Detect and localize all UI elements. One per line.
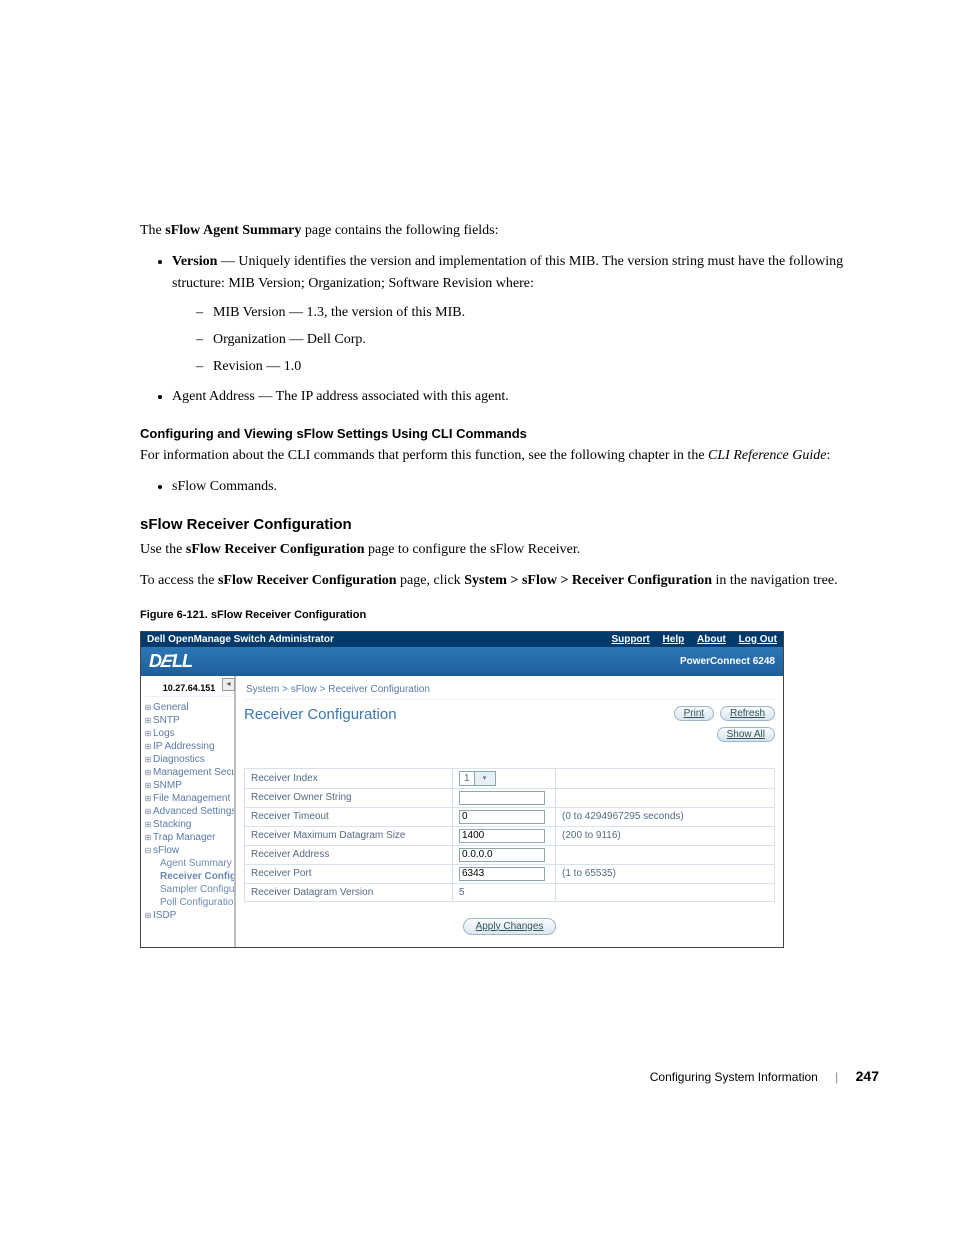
hint-address xyxy=(556,845,775,864)
row-port: Receiver Port (1 to 65535) xyxy=(245,864,775,883)
version-sublist: MIB Version — 1.3, the version of this M… xyxy=(196,300,879,380)
nav-general[interactable]: ⊞General xyxy=(144,701,234,714)
sub-revision: Revision — 1.0 xyxy=(196,354,879,381)
hint-datagram-version xyxy=(556,883,775,901)
print-button[interactable]: Print xyxy=(674,706,715,721)
plus-icon: ⊞ xyxy=(144,911,152,920)
nav-mgmt-security[interactable]: ⊞Management Secur xyxy=(144,766,234,779)
plus-icon: ⊞ xyxy=(144,807,152,816)
sflow-p1: Use the sFlow Receiver Configuration pag… xyxy=(140,539,879,560)
row-owner-string: Receiver Owner String xyxy=(245,788,775,807)
sub-mib-version: MIB Version — 1.3, the version of this M… xyxy=(196,300,879,327)
sflow-p2: To access the sFlow Receiver Configurati… xyxy=(140,570,879,591)
nav-sflow[interactable]: ⊟sFlow xyxy=(144,844,234,857)
breadcrumb: System > sFlow > Receiver Configuration xyxy=(244,680,775,700)
nav-diagnostics[interactable]: ⊞Diagnostics xyxy=(144,753,234,766)
nav-tree[interactable]: ◂ 10.27.64.151 ⊞General ⊞SNTP ⊞Logs ⊞IP … xyxy=(141,676,236,947)
receiver-index-select[interactable]: 1▾ xyxy=(459,771,496,786)
hint-port: (1 to 65535) xyxy=(556,864,775,883)
intro-line: The sFlow Agent Summary page contains th… xyxy=(140,220,879,241)
owner-string-input[interactable] xyxy=(459,791,545,805)
plus-icon: ⊞ xyxy=(144,833,152,842)
plus-icon: ⊞ xyxy=(144,729,152,738)
minus-icon: ⊟ xyxy=(144,846,152,855)
link-support[interactable]: Support xyxy=(611,634,649,645)
ui-app-title: Dell OpenManage Switch Administrator xyxy=(147,634,334,645)
plus-icon: ⊞ xyxy=(144,820,152,829)
page-number: 247 xyxy=(856,1068,879,1084)
max-datagram-input[interactable] xyxy=(459,829,545,843)
hint-receiver-index xyxy=(556,768,775,788)
ui-topbar: Dell OpenManage Switch Administrator Sup… xyxy=(141,632,783,647)
config-table: Receiver Index 1▾ Receiver Owner String xyxy=(244,768,775,902)
ui-brand-row: DELL PowerConnect 6248 xyxy=(141,647,783,676)
nav-advanced-settings[interactable]: ⊞Advanced Settings xyxy=(144,805,234,818)
page-footer: Configuring System Information | 247 xyxy=(140,1068,879,1084)
link-help[interactable]: Help xyxy=(663,634,685,645)
row-datagram-version: Receiver Datagram Version 5 xyxy=(245,883,775,901)
label-timeout: Receiver Timeout xyxy=(245,807,453,826)
cli-item-sflow-commands: sFlow Commands. xyxy=(172,476,879,498)
figure-caption: Figure 6-121. sFlow Receiver Configurati… xyxy=(140,609,879,621)
nav-poll-config[interactable]: Poll Configuration xyxy=(160,896,234,909)
collapse-nav-icon[interactable]: ◂ xyxy=(222,678,235,691)
footer-section: Configuring System Information xyxy=(650,1070,818,1084)
label-owner-string: Receiver Owner String xyxy=(245,788,453,807)
row-max-datagram: Receiver Maximum Datagram Size (200 to 9… xyxy=(245,826,775,845)
nav-agent-summary[interactable]: Agent Summary xyxy=(160,857,234,870)
label-receiver-index: Receiver Index xyxy=(245,768,453,788)
row-receiver-index: Receiver Index 1▾ xyxy=(245,768,775,788)
plus-icon: ⊞ xyxy=(144,703,152,712)
nav-sntp[interactable]: ⊞SNTP xyxy=(144,714,234,727)
cli-heading: Configuring and Viewing sFlow Settings U… xyxy=(140,426,879,441)
nav-isdp[interactable]: ⊞ISDP xyxy=(144,909,234,922)
hint-owner-string xyxy=(556,788,775,807)
device-ip: 10.27.64.151 xyxy=(144,680,234,697)
nav-sampler-config[interactable]: Sampler Configur xyxy=(160,883,234,896)
nav-stacking[interactable]: ⊞Stacking xyxy=(144,818,234,831)
cli-para: For information about the CLI commands t… xyxy=(140,445,879,466)
plus-icon: ⊞ xyxy=(144,716,152,725)
hint-max-datagram: (200 to 9116) xyxy=(556,826,775,845)
plus-icon: ⊞ xyxy=(144,768,152,777)
cli-list: sFlow Commands. xyxy=(154,476,879,498)
label-address: Receiver Address xyxy=(245,845,453,864)
nav-logs[interactable]: ⊞Logs xyxy=(144,727,234,740)
nav-file-management[interactable]: ⊞File Management xyxy=(144,792,234,805)
dell-logo: DELL xyxy=(149,651,192,672)
screenshot-ui: Dell OpenManage Switch Administrator Sup… xyxy=(140,631,784,948)
nav-snmp[interactable]: ⊞SNMP xyxy=(144,779,234,792)
field-version: Version — Uniquely identifies the versio… xyxy=(172,251,879,380)
label-datagram-version: Receiver Datagram Version xyxy=(245,883,453,901)
plus-icon: ⊞ xyxy=(144,794,152,803)
field-agent-address: Agent Address — The IP address associate… xyxy=(172,386,879,408)
port-input[interactable] xyxy=(459,867,545,881)
nav-receiver-config[interactable]: Receiver Configur xyxy=(160,870,234,883)
plus-icon: ⊞ xyxy=(144,781,152,790)
show-all-button[interactable]: Show All xyxy=(717,727,775,742)
link-logout[interactable]: Log Out xyxy=(739,634,777,645)
chevron-down-icon: ▾ xyxy=(474,772,495,785)
hint-timeout: (0 to 4294967295 seconds) xyxy=(556,807,775,826)
sflow-receiver-heading: sFlow Receiver Configuration xyxy=(140,516,879,533)
model-label: PowerConnect 6248 xyxy=(680,656,775,667)
nav-trap-manager[interactable]: ⊞Trap Manager xyxy=(144,831,234,844)
plus-icon: ⊞ xyxy=(144,742,152,751)
separator-icon: | xyxy=(835,1070,838,1084)
address-input[interactable] xyxy=(459,848,545,862)
datagram-version-value: 5 xyxy=(459,887,465,898)
refresh-button[interactable]: Refresh xyxy=(720,706,775,721)
plus-icon: ⊞ xyxy=(144,755,152,764)
fields-list: Version — Uniquely identifies the versio… xyxy=(154,251,879,408)
nav-ip-addressing[interactable]: ⊞IP Addressing xyxy=(144,740,234,753)
row-timeout: Receiver Timeout (0 to 4294967295 second… xyxy=(245,807,775,826)
page-title: Receiver Configuration xyxy=(244,706,397,723)
apply-changes-button[interactable]: Apply Changes xyxy=(463,918,557,935)
label-max-datagram: Receiver Maximum Datagram Size xyxy=(245,826,453,845)
sub-organization: Organization — Dell Corp. xyxy=(196,327,879,354)
row-address: Receiver Address xyxy=(245,845,775,864)
label-port: Receiver Port xyxy=(245,864,453,883)
link-about[interactable]: About xyxy=(697,634,726,645)
timeout-input[interactable] xyxy=(459,810,545,824)
